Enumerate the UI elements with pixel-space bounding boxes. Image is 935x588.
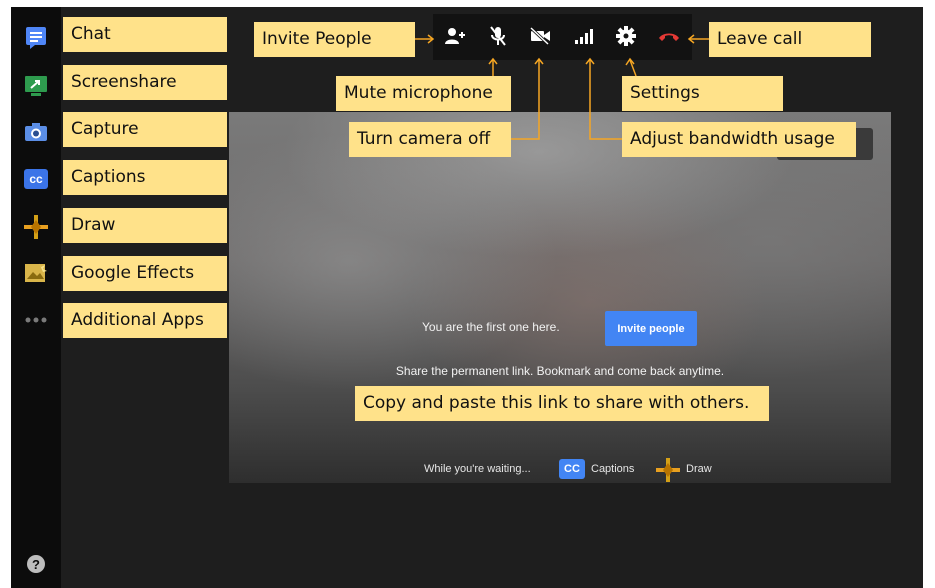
connector-lines (415, 34, 709, 140)
